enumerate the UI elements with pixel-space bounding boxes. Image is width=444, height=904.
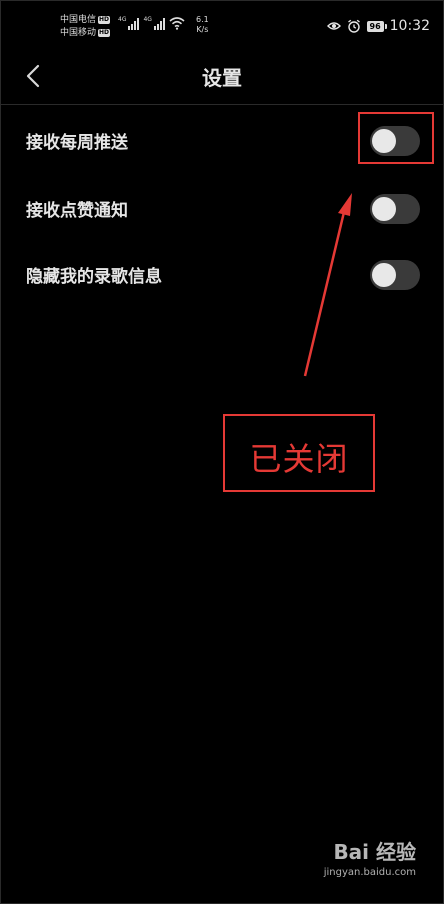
signal-bars-icon [153,18,165,30]
annotation-text: 已关闭 [249,440,349,478]
wifi-icon [169,17,185,30]
network-type-1: 4G [118,16,127,23]
watermark: Bai 经验 jingyan.baidu.com [324,836,416,878]
toggle-knob [372,263,396,287]
app-header: 设置 [0,50,444,105]
toggle-knob [372,197,396,221]
signal-indicators: 4G 4G [118,16,185,30]
signal-bars-icon [128,18,140,30]
carrier-1: 中国电信 [60,15,97,25]
speed-value: 6.1 [196,15,209,24]
network-speed: 6.1 K/s [196,15,209,35]
setting-label: 隐藏我的录歌信息 [26,267,162,287]
carrier-2: 中国移动 [60,28,97,38]
network-type-2: 4G [143,16,152,23]
status-right: 96 10:32 [326,18,430,34]
hide-recordings-toggle[interactable] [370,260,420,290]
setting-row-hide-recordings[interactable]: 隐藏我的录歌信息 [0,246,444,302]
setting-row-like-notification[interactable]: 接收点赞通知 [0,180,444,236]
clock: 10:32 [389,18,430,34]
like-notification-toggle[interactable] [370,194,420,224]
hd-badge: HD [98,15,111,24]
eye-icon [326,22,341,30]
watermark-brand: Bai 经验 [333,840,416,864]
alarm-icon [347,19,360,33]
setting-label: 接收每周推送 [26,133,128,153]
setting-label: 接收点赞通知 [26,201,128,221]
page-title: 设置 [202,66,242,90]
battery-indicator: 96 [366,20,387,32]
highlight-box [358,112,434,164]
status-bar: 中国电信 HD 中国移动 HD 4G 4G 6.1 K/s 96 10:32 [0,10,444,46]
carrier-info: 中国电信 HD 中国移动 HD [60,14,111,40]
watermark-url: jingyan.baidu.com [323,867,416,878]
annotation-box: 已关闭 [223,414,375,492]
hd-badge: HD [98,28,111,37]
speed-unit: K/s [196,25,209,34]
